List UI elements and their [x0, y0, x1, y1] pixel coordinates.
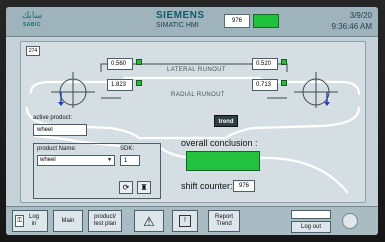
brand-title: SIEMENS: [156, 10, 205, 21]
chevron-down-icon: ▼: [107, 157, 112, 163]
header-bar: سابك SABIC SIEMENS SIMATIC HMI 976 3/9/2…: [6, 7, 378, 37]
login-label: Log in: [28, 214, 39, 227]
date-text: 3/9/20: [349, 11, 372, 20]
alarm-button[interactable]: ⚠: [134, 210, 164, 232]
active-product-field: wheel: [33, 124, 87, 136]
operator-icon: ♜: [140, 183, 148, 192]
refresh-button[interactable]: ⟳: [119, 181, 133, 194]
sdk-label: SDK:: [120, 146, 135, 152]
warning-icon: ⚠: [143, 213, 155, 229]
radial-right-indicator: [281, 80, 287, 86]
refresh-icon: ⟳: [122, 183, 130, 192]
status-field: [291, 210, 331, 219]
sdk-field[interactable]: 1: [120, 155, 140, 166]
login-button[interactable]: ⚿ Log in: [12, 210, 48, 232]
monitor-bezel: سابك SABIC SIEMENS SIMATIC HMI 976 3/9/2…: [0, 0, 385, 242]
overall-conclusion-indicator: [186, 151, 260, 171]
radial-runout-left: 1.823: [107, 79, 133, 91]
hmi-screen: سابك SABIC SIEMENS SIMATIC HMI 976 3/9/2…: [6, 7, 378, 235]
radial-left-indicator: [136, 80, 142, 86]
product-name-value: wheel: [40, 157, 56, 163]
datetime: 3/9/20 9:36:46 AM: [332, 10, 372, 32]
lateral-left-indicator: [136, 59, 142, 65]
siemens-logo: [342, 213, 358, 229]
lateral-right-indicator: [281, 59, 287, 65]
product-subtitle: SIMATIC HMI: [156, 22, 199, 29]
shift-counter-field: 976: [233, 180, 255, 192]
footer-bar: ⚿ Log in Main product/ test plan ⚠ ! Rep…: [6, 206, 378, 235]
info-icon: !: [179, 215, 191, 227]
sabic-logo: سابك SABIC: [21, 11, 43, 28]
logout-button[interactable]: Log out: [291, 221, 331, 233]
product-name-select[interactable]: wheel ▼: [37, 155, 115, 166]
lateral-runout-right: 0.520: [252, 58, 278, 70]
key-icon: ⚿: [15, 215, 24, 227]
report-trend-button[interactable]: Report Trend: [208, 210, 240, 232]
radial-runout-right: 0.713: [252, 79, 278, 91]
radial-runout-label: RADIAL RUNOUT: [171, 92, 225, 98]
trend-button[interactable]: trend: [214, 115, 238, 127]
main-panel: 274 0.560 0.520 LATERAL RUNOUT 1.823 0.7…: [20, 41, 366, 203]
product-name-label: product Name:: [37, 146, 77, 152]
lateral-runout-left: 0.560: [107, 58, 133, 70]
main-button[interactable]: Main: [53, 210, 83, 232]
shift-counter-label: shift counter:: [181, 181, 233, 191]
active-product-label: active product:: [33, 115, 73, 121]
acknowledge-button[interactable]: !: [172, 210, 198, 232]
header-counter: 976: [224, 14, 250, 28]
operator-button[interactable]: ♜: [137, 181, 151, 194]
overall-conclusion-label: overall conclusion :: [181, 138, 258, 148]
time-text: 9:36:46 AM: [331, 22, 372, 31]
header-status-indicator: [253, 14, 279, 28]
product-test-plan-button[interactable]: product/ test plan: [88, 210, 122, 232]
lateral-runout-label: LATERAL RUNOUT: [167, 67, 226, 73]
